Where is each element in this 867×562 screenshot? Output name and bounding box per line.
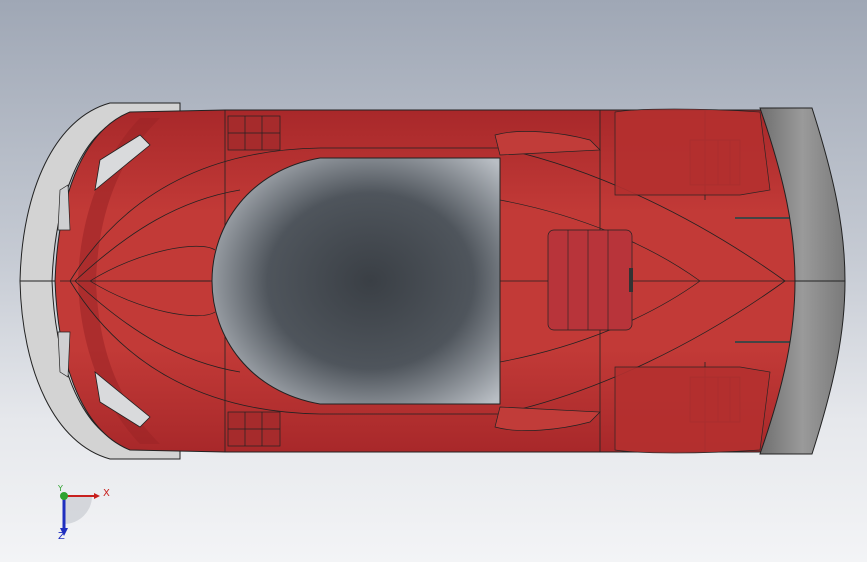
- z-axis-label: Z: [58, 531, 65, 542]
- x-axis-arrow-icon: [94, 493, 100, 499]
- canopy: [211, 157, 501, 405]
- y-axis-label: Y: [58, 484, 63, 493]
- x-axis-label: X: [103, 488, 110, 499]
- graphics-viewport[interactable]: X Y Z: [0, 0, 867, 562]
- coordinate-triad: X Y Z: [48, 484, 118, 546]
- triad-plane: [64, 496, 92, 524]
- car-model-top-view[interactable]: [0, 0, 867, 562]
- front-vents-bottom: [227, 411, 281, 447]
- engine-louvres: [547, 229, 633, 331]
- front-vents-top: [227, 115, 281, 151]
